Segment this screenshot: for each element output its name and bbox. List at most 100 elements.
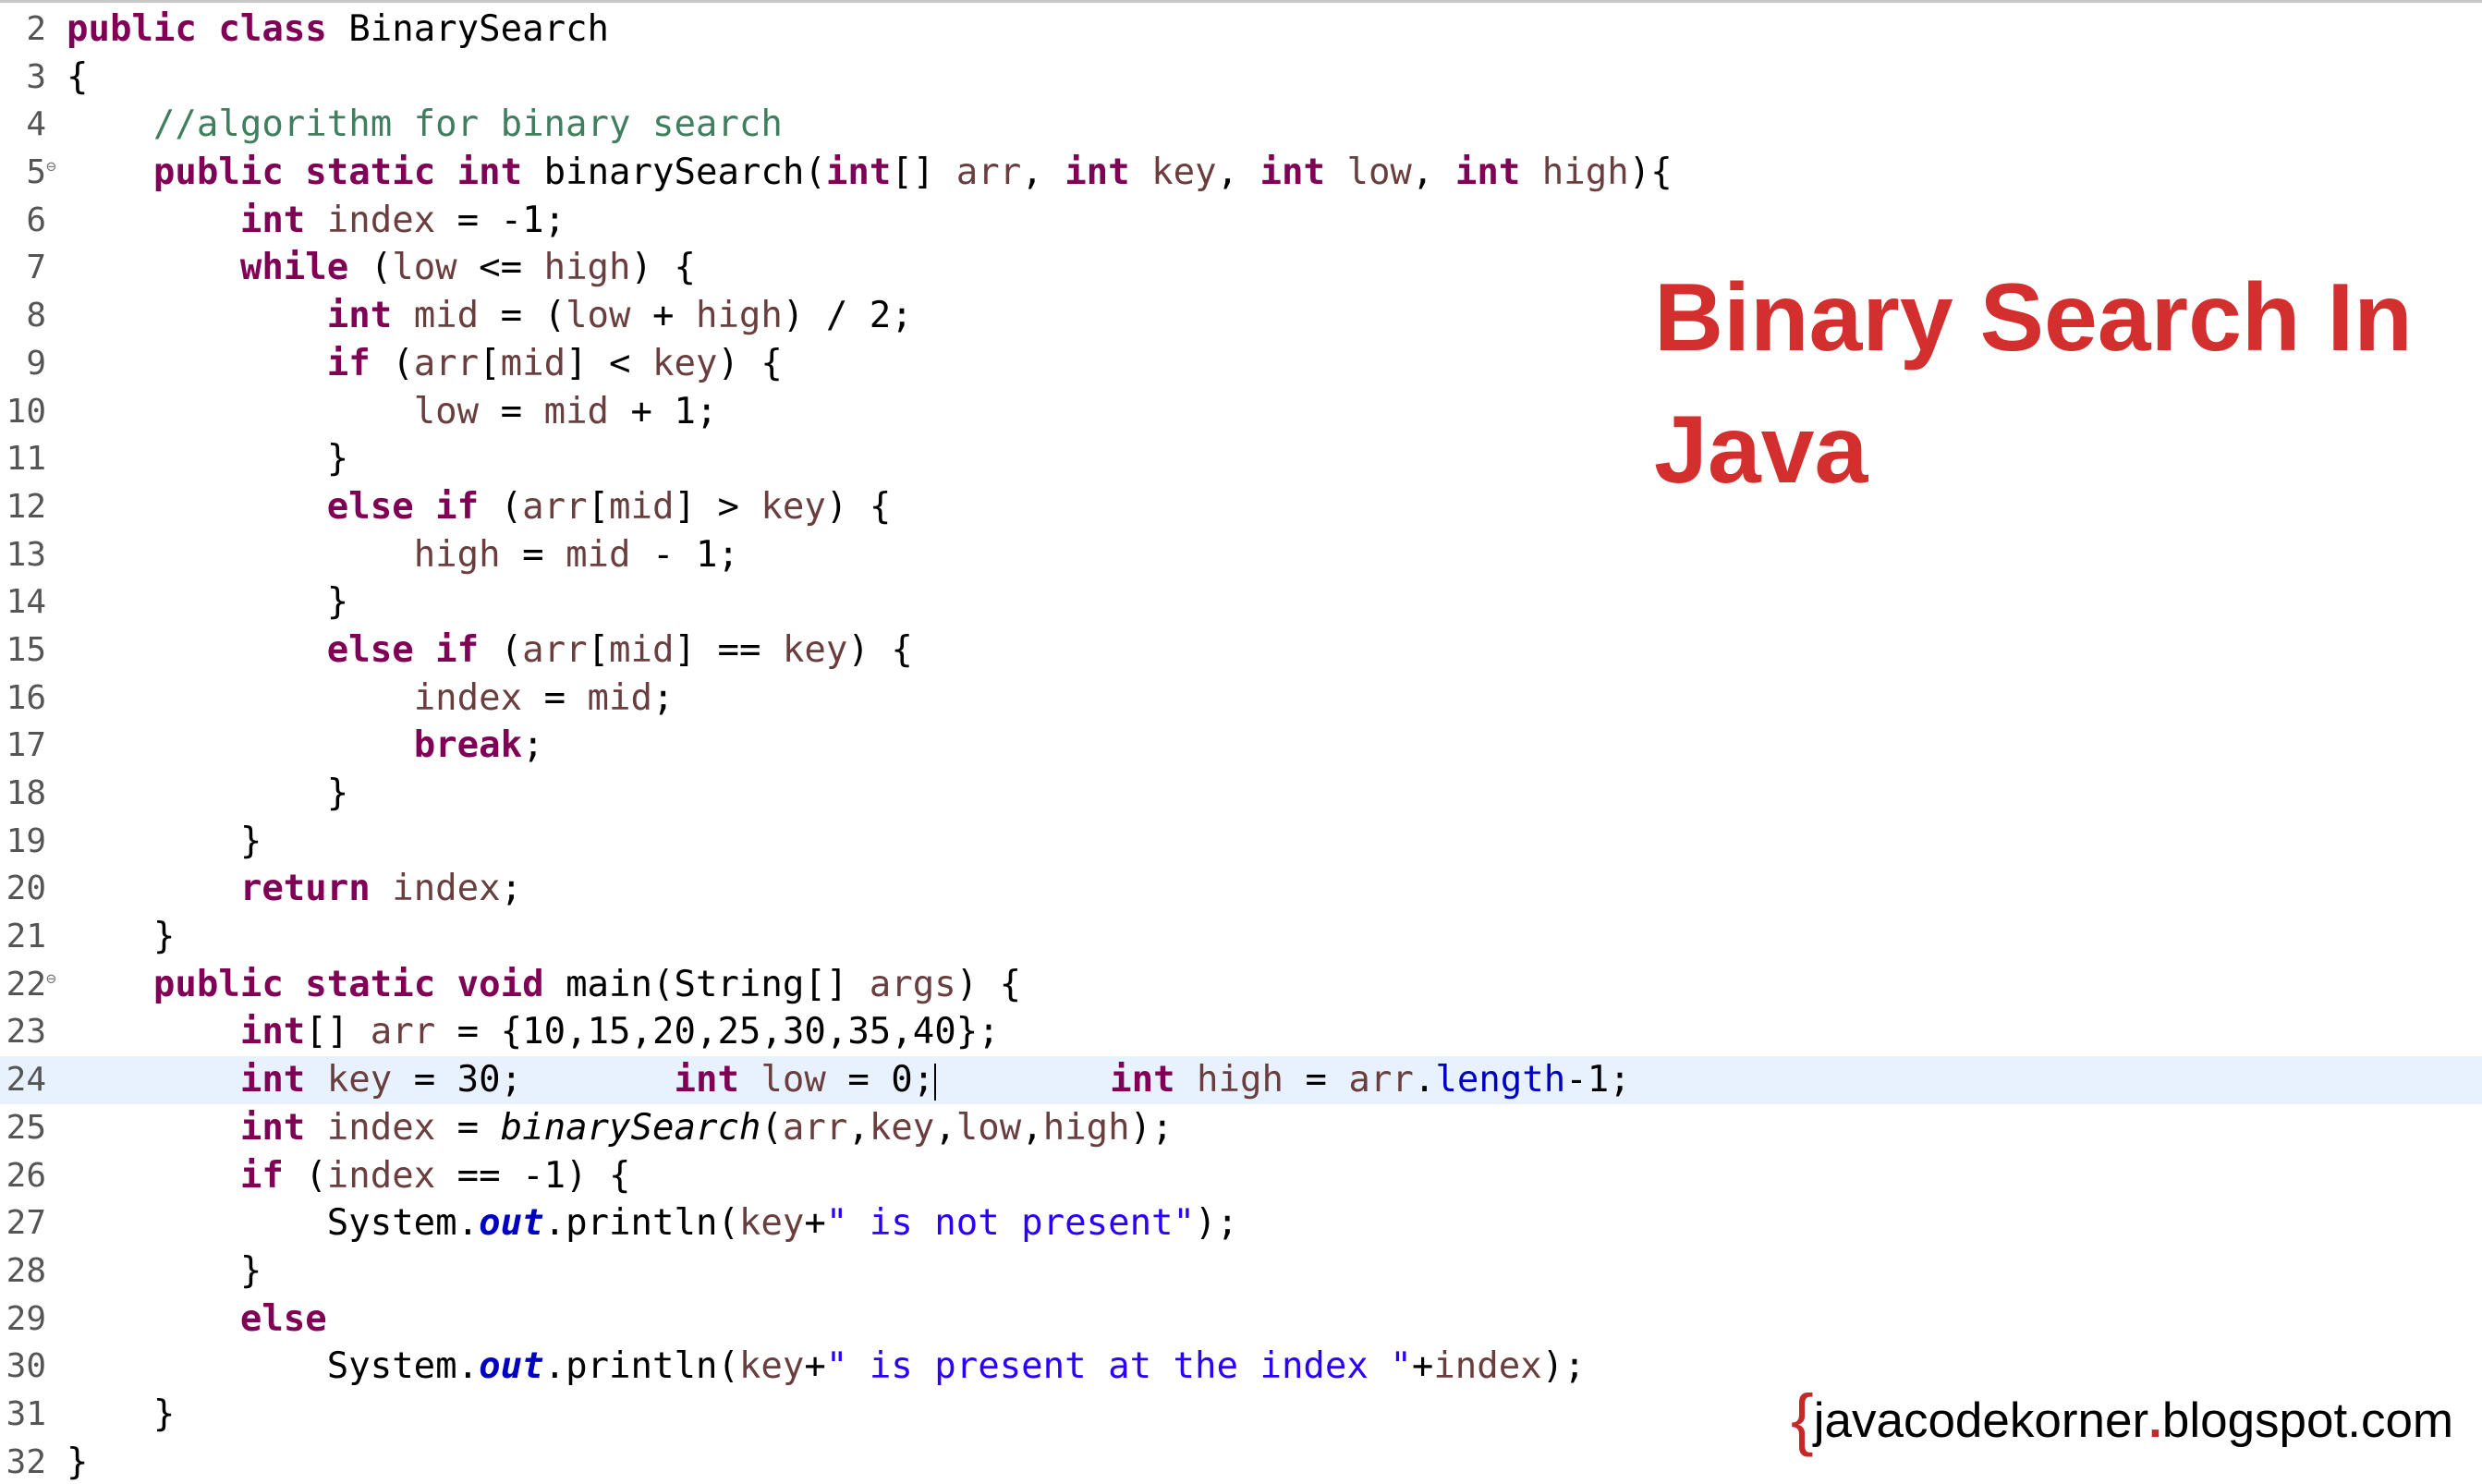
code-editor[interactable]: 2 public class BinarySearch 3 { 4 //algo… — [0, 0, 2482, 1484]
punct: = — [435, 1106, 501, 1149]
keyword: static — [305, 963, 436, 1005]
variable: arr — [522, 485, 588, 528]
overlay-title-line-1: Binary Search In — [1654, 264, 2413, 371]
punct: -1; — [1565, 1059, 1631, 1101]
code-line[interactable]: 18 } — [0, 770, 2482, 818]
punct: ) { — [630, 247, 696, 289]
code-text: return index; — [67, 865, 522, 913]
code-line[interactable]: 15 else if (arr[mid] == key) { — [0, 626, 2482, 675]
keyword: int — [239, 1059, 306, 1101]
code-line[interactable]: 5 ⊖ public static int binarySearch(int[]… — [0, 149, 2482, 197]
code-text: if (arr[mid] < key) { — [67, 340, 783, 388]
keyword: int — [239, 1011, 306, 1053]
line-number: 27 — [6, 1204, 46, 1243]
code-line[interactable]: 14 } — [0, 578, 2482, 626]
variable: high — [543, 247, 631, 289]
watermark-dot: . — [2148, 1393, 2162, 1448]
watermark-domain: javacodekorner — [1813, 1393, 2149, 1448]
variable: index — [413, 676, 523, 719]
line-number: 11 — [6, 440, 46, 479]
variable: mid — [392, 295, 480, 337]
code-line[interactable]: 26 if (index == -1) { — [0, 1152, 2482, 1200]
code-line[interactable]: 2 public class BinarySearch — [0, 6, 2482, 54]
punct: + — [1411, 1345, 1434, 1388]
punct: = -1; — [435, 199, 566, 241]
current-code-line[interactable]: 24 int key = 30; int low = 0; int high =… — [0, 1056, 2482, 1104]
brace: } — [67, 1441, 89, 1483]
variable: mid — [609, 628, 675, 671]
code-line[interactable]: 23 int[] arr = {10,15,20,25,30,35,40}; — [0, 1008, 2482, 1056]
class-name: BinarySearch — [348, 8, 610, 50]
line-number: 12 — [6, 487, 46, 526]
keyword: int — [1454, 152, 1521, 194]
variable: args — [869, 963, 956, 1005]
keyword: static — [305, 152, 436, 194]
code-text: if (index == -1) { — [67, 1152, 631, 1200]
variable: index — [1433, 1345, 1542, 1388]
line-number: 25 — [6, 1108, 46, 1147]
code-line[interactable]: 16 index = mid; — [0, 675, 2482, 723]
static-field: out — [479, 1202, 544, 1245]
code-text: } — [67, 1391, 175, 1439]
line-number: 20 — [6, 870, 46, 908]
line-number: 5 — [26, 153, 46, 192]
punct: <= — [456, 247, 544, 289]
code-text: low = mid + 1; — [67, 388, 718, 436]
code-line[interactable]: 29 else — [0, 1295, 2482, 1344]
code-text: break; — [67, 722, 544, 770]
code-text: int[] arr = {10,15,20,25,30,35,40}; — [67, 1008, 1000, 1056]
variable: low — [413, 390, 480, 432]
method-name: binarySearch( — [543, 152, 826, 194]
punct: [ — [587, 485, 610, 528]
variable: mid — [543, 390, 610, 432]
punct: , — [1411, 152, 1455, 194]
brace: } — [239, 1249, 262, 1292]
variable: low — [392, 247, 457, 289]
variable: mid — [566, 533, 631, 576]
keyword: public — [67, 8, 197, 50]
punct: ( — [348, 247, 393, 289]
code-line[interactable]: 4 //algorithm for binary search — [0, 101, 2482, 149]
variable: high — [413, 533, 501, 576]
code-line[interactable]: 28 } — [0, 1247, 2482, 1295]
code-line[interactable]: 17 break; — [0, 722, 2482, 770]
code-text: else if (arr[mid] > key) { — [67, 483, 892, 531]
punct: ] == — [674, 628, 783, 671]
variable: index — [305, 1106, 436, 1149]
variable: arr — [522, 628, 588, 671]
fold-toggle-icon[interactable]: ⊖ — [46, 961, 56, 998]
code-line[interactable]: 6 int index = -1; — [0, 197, 2482, 245]
keyword: int — [1110, 1059, 1175, 1101]
keyword: public — [152, 152, 284, 194]
line-number: 29 — [6, 1299, 46, 1338]
variable: key — [1129, 152, 1217, 194]
variable: high — [1042, 1106, 1130, 1149]
code-line[interactable]: 21 } — [0, 913, 2482, 961]
code-line[interactable]: 13 high = mid - 1; — [0, 531, 2482, 579]
code-line[interactable]: 20 return index; — [0, 865, 2482, 913]
variable: key — [760, 485, 826, 528]
variable: high — [1520, 152, 1629, 194]
line-number: 17 — [6, 726, 46, 765]
code-line[interactable]: 25 int index = binarySearch(arr,key,low,… — [0, 1104, 2482, 1152]
line-number: 7 — [26, 249, 46, 287]
keyword: public — [152, 963, 284, 1005]
code-line[interactable]: 19 } — [0, 818, 2482, 866]
punct: = ( — [479, 295, 566, 337]
punct: == -1) { — [435, 1154, 631, 1197]
code-text: } — [67, 1439, 88, 1484]
code-text: int key = 30; int low = 0; int high = ar… — [67, 1056, 1631, 1104]
class-ref: System. — [326, 1345, 480, 1388]
code-line[interactable]: 22 ⊖ public static void main(String[] ar… — [0, 961, 2482, 1009]
code-line[interactable]: 3 { — [0, 54, 2482, 102]
code-line[interactable]: 27 System.out.println(key+" is not prese… — [0, 1199, 2482, 1247]
static-field: out — [479, 1345, 544, 1388]
code-lines[interactable]: 2 public class BinarySearch 3 { 4 //algo… — [0, 6, 2482, 1484]
line-number: 16 — [6, 678, 46, 717]
punct: , — [1216, 152, 1260, 194]
fold-toggle-icon[interactable]: ⊖ — [46, 149, 56, 186]
line-number: 22 — [6, 965, 46, 1004]
string-literal: " is present at the index " — [825, 1345, 1412, 1388]
brace: } — [239, 820, 262, 862]
